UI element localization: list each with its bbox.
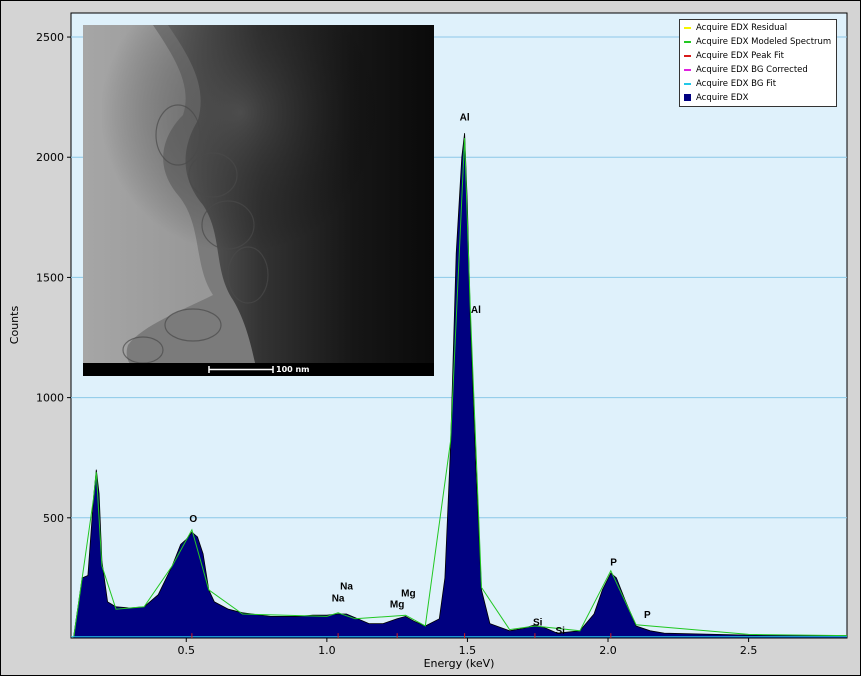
peak-label: Si: [533, 617, 543, 628]
legend-swatch: [684, 54, 691, 57]
peak-label: Na: [340, 581, 353, 592]
peak-label: P: [610, 557, 617, 568]
y-axis-title: Counts: [8, 306, 21, 345]
legend-swatch: [684, 26, 691, 29]
peak-label: O: [189, 514, 197, 525]
legend-label: Acquire EDX Modeled Spectrum: [696, 37, 832, 47]
peak-label: Mg: [401, 589, 415, 600]
peak-label: P: [644, 610, 651, 621]
x-tick-label: 1.0: [318, 644, 336, 657]
x-tick-label: 2.0: [599, 644, 617, 657]
legend-label: Acquire EDX Peak Fit: [696, 51, 785, 61]
y-tick-label: 500: [43, 512, 64, 525]
x-axis-title: Energy (keV): [424, 657, 495, 670]
legend-item: Acquire EDX BG Fit: [684, 78, 776, 91]
peak-label: Mg: [390, 599, 404, 610]
legend-label: Acquire EDX Residual: [696, 23, 788, 33]
x-tick-label: 1.5: [459, 644, 477, 657]
peak-label: Al: [460, 113, 470, 124]
micrograph-image: [83, 25, 434, 376]
legend-item: Acquire EDX Modeled Spectrum: [684, 36, 831, 49]
y-axis-ticks: 500 1000 1500 2000 2500: [36, 31, 71, 525]
peak-label: Na: [332, 593, 345, 604]
y-tick-label: 1000: [36, 392, 64, 405]
x-axis-ticks: 0.5 1.0 1.5 2.0 2.5: [178, 638, 758, 657]
y-tick-label: 2500: [36, 31, 64, 44]
y-tick-label: 2000: [36, 151, 64, 164]
peak-label: Si: [555, 626, 565, 637]
scale-bar-label: 100 nm: [276, 365, 310, 374]
x-tick-label: 2.5: [740, 644, 758, 657]
legend-swatch: [684, 68, 691, 71]
legend-item: Acquire EDX Peak Fit: [684, 50, 784, 63]
y-tick-label: 1500: [36, 271, 64, 284]
chart-legend: Acquire EDX Residual Acquire EDX Modeled …: [679, 19, 837, 107]
scale-bar: 100 nm: [83, 363, 434, 376]
legend-item: Acquire EDX: [684, 92, 748, 105]
legend-item: Acquire EDX Residual: [684, 22, 787, 35]
legend-swatch: [684, 40, 691, 43]
x-tick-label: 0.5: [178, 644, 196, 657]
legend-swatch: [684, 94, 691, 101]
legend-label: Acquire EDX BG Corrected: [696, 65, 808, 75]
peak-label: Al: [471, 305, 481, 316]
tem-micrograph-inset: 100 nm: [83, 25, 434, 376]
legend-label: Acquire EDX BG Fit: [696, 79, 777, 89]
legend-item: Acquire EDX BG Corrected: [684, 64, 808, 77]
legend-swatch: [684, 82, 691, 85]
legend-label: Acquire EDX: [696, 93, 749, 103]
scale-bar-line: [208, 366, 274, 373]
